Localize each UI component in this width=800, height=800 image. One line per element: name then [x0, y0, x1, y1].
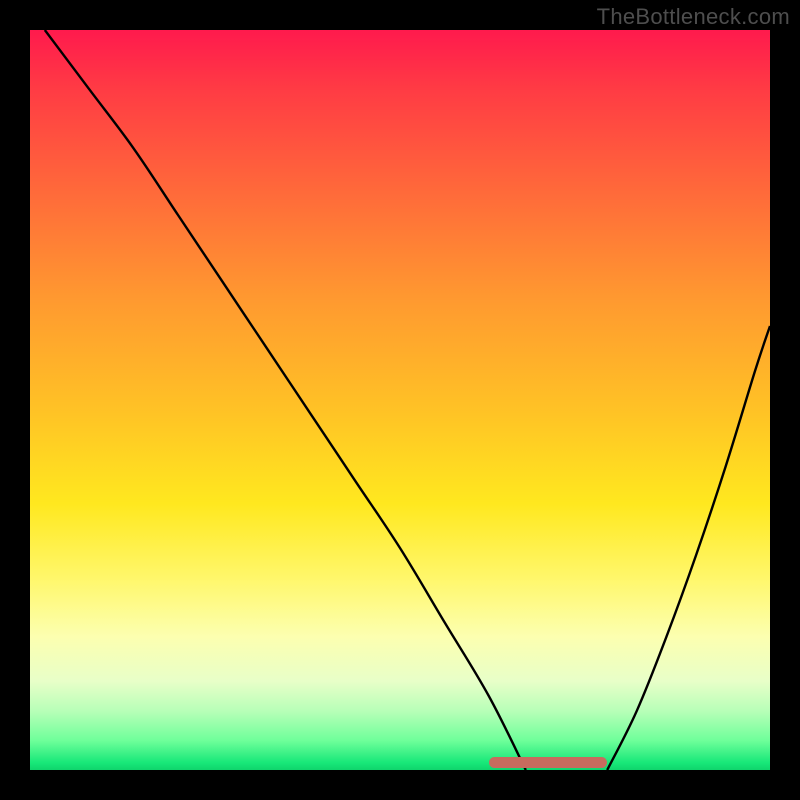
plot-area: [30, 30, 770, 770]
optimal-range-marker: [489, 757, 607, 768]
curve-left-branch: [45, 30, 526, 770]
curve-right-branch: [607, 326, 770, 770]
chart-frame: TheBottleneck.com: [0, 0, 800, 800]
frame-border: [0, 0, 30, 800]
frame-border: [770, 0, 800, 800]
frame-border: [0, 770, 800, 800]
bottleneck-curve: [30, 30, 770, 770]
watermark-text: TheBottleneck.com: [597, 4, 790, 30]
